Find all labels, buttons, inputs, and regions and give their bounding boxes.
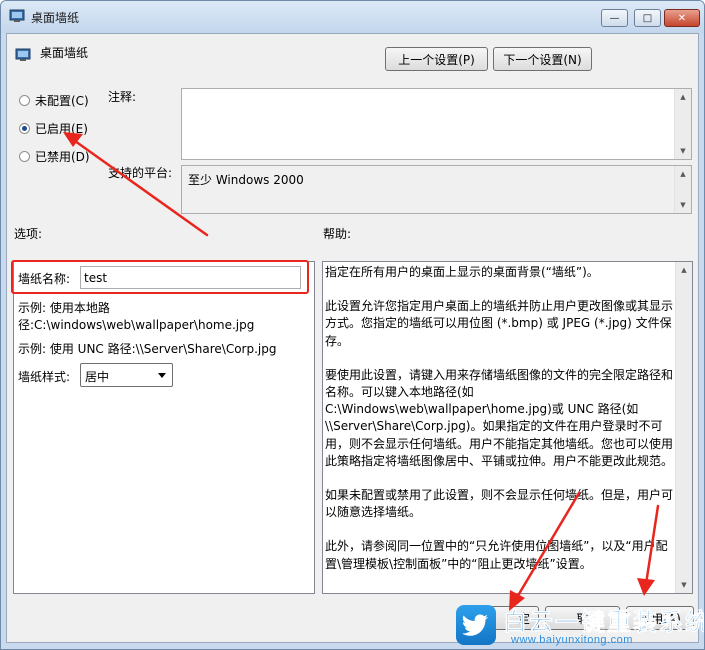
watermark-text: 白云一键重装系统 <box>503 608 705 637</box>
twitter-bird-icon <box>456 605 496 645</box>
annotation-arrow-ok <box>514 491 581 601</box>
policy-window: 桌面墙纸 — □ ✕ 桌面墙纸 上一个设置(P) 下一个设置(N) 未配置(C)… <box>0 0 705 650</box>
watermark: 白云一键重装系统 www.baiyunxitong.com <box>453 602 705 649</box>
annotation-arrowhead-apply <box>637 578 655 596</box>
watermark-url: www.baiyunxitong.com <box>511 634 633 646</box>
annotation-arrows <box>63 132 660 611</box>
annotation-arrow-apply <box>644 504 660 586</box>
annotation-arrow-enabled <box>73 139 209 237</box>
